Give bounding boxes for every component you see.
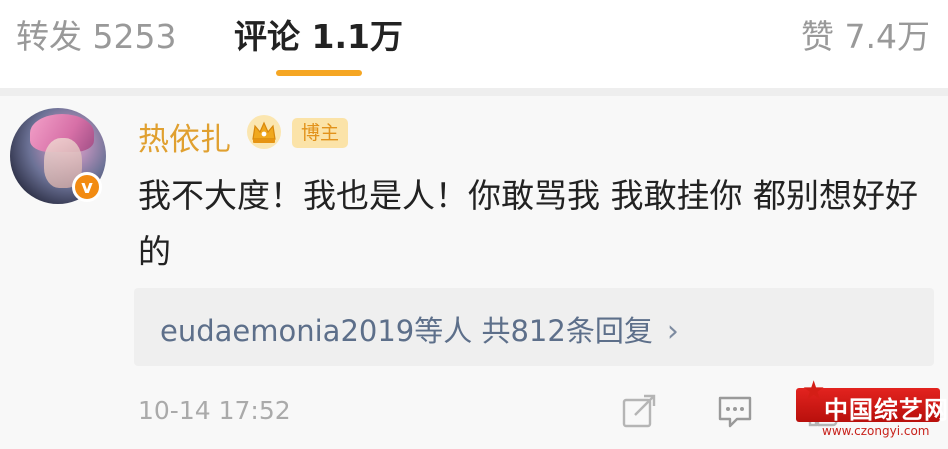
crown-icon [247, 115, 281, 149]
replies-summary-label: eudaemonia2019等人 共812条回复 [160, 314, 653, 348]
watermark-url: www.czongyi.com [822, 424, 930, 438]
tab-comment[interactable]: 评论 1.1万 [234, 10, 403, 58]
section-divider [0, 88, 948, 96]
comment-timestamp: 10-14 17:52 [138, 396, 291, 425]
tab-bar: 转发 5253 评论 1.1万 赞 7.4万 [0, 0, 948, 88]
tab-like[interactable]: 赞 7.4万 [801, 10, 930, 58]
replies-summary[interactable]: eudaemonia2019等人 共812条回复 › [134, 288, 934, 366]
site-watermark: ★ 中国综艺网 www.czongyi.com [796, 376, 948, 440]
star-icon: ★ [802, 376, 826, 406]
replies-summary-text: eudaemonia2019等人 共812条回复 › [160, 308, 679, 350]
comment-username[interactable]: 热依扎 [138, 114, 231, 159]
blogger-badge: 博主 [292, 118, 349, 148]
active-tab-indicator [276, 70, 362, 76]
chevron-right-icon: › [666, 314, 679, 349]
reply-icon[interactable] [716, 392, 754, 430]
comment-text: 我不大度！我也是人！你敢骂我 我敢挂你 都别想好好的 [138, 176, 918, 271]
share-icon[interactable] [620, 392, 658, 430]
watermark-title: 中国综艺网 [824, 395, 948, 424]
tab-repost[interactable]: 转发 5253 [16, 10, 176, 58]
verified-badge-icon: v [72, 172, 102, 202]
